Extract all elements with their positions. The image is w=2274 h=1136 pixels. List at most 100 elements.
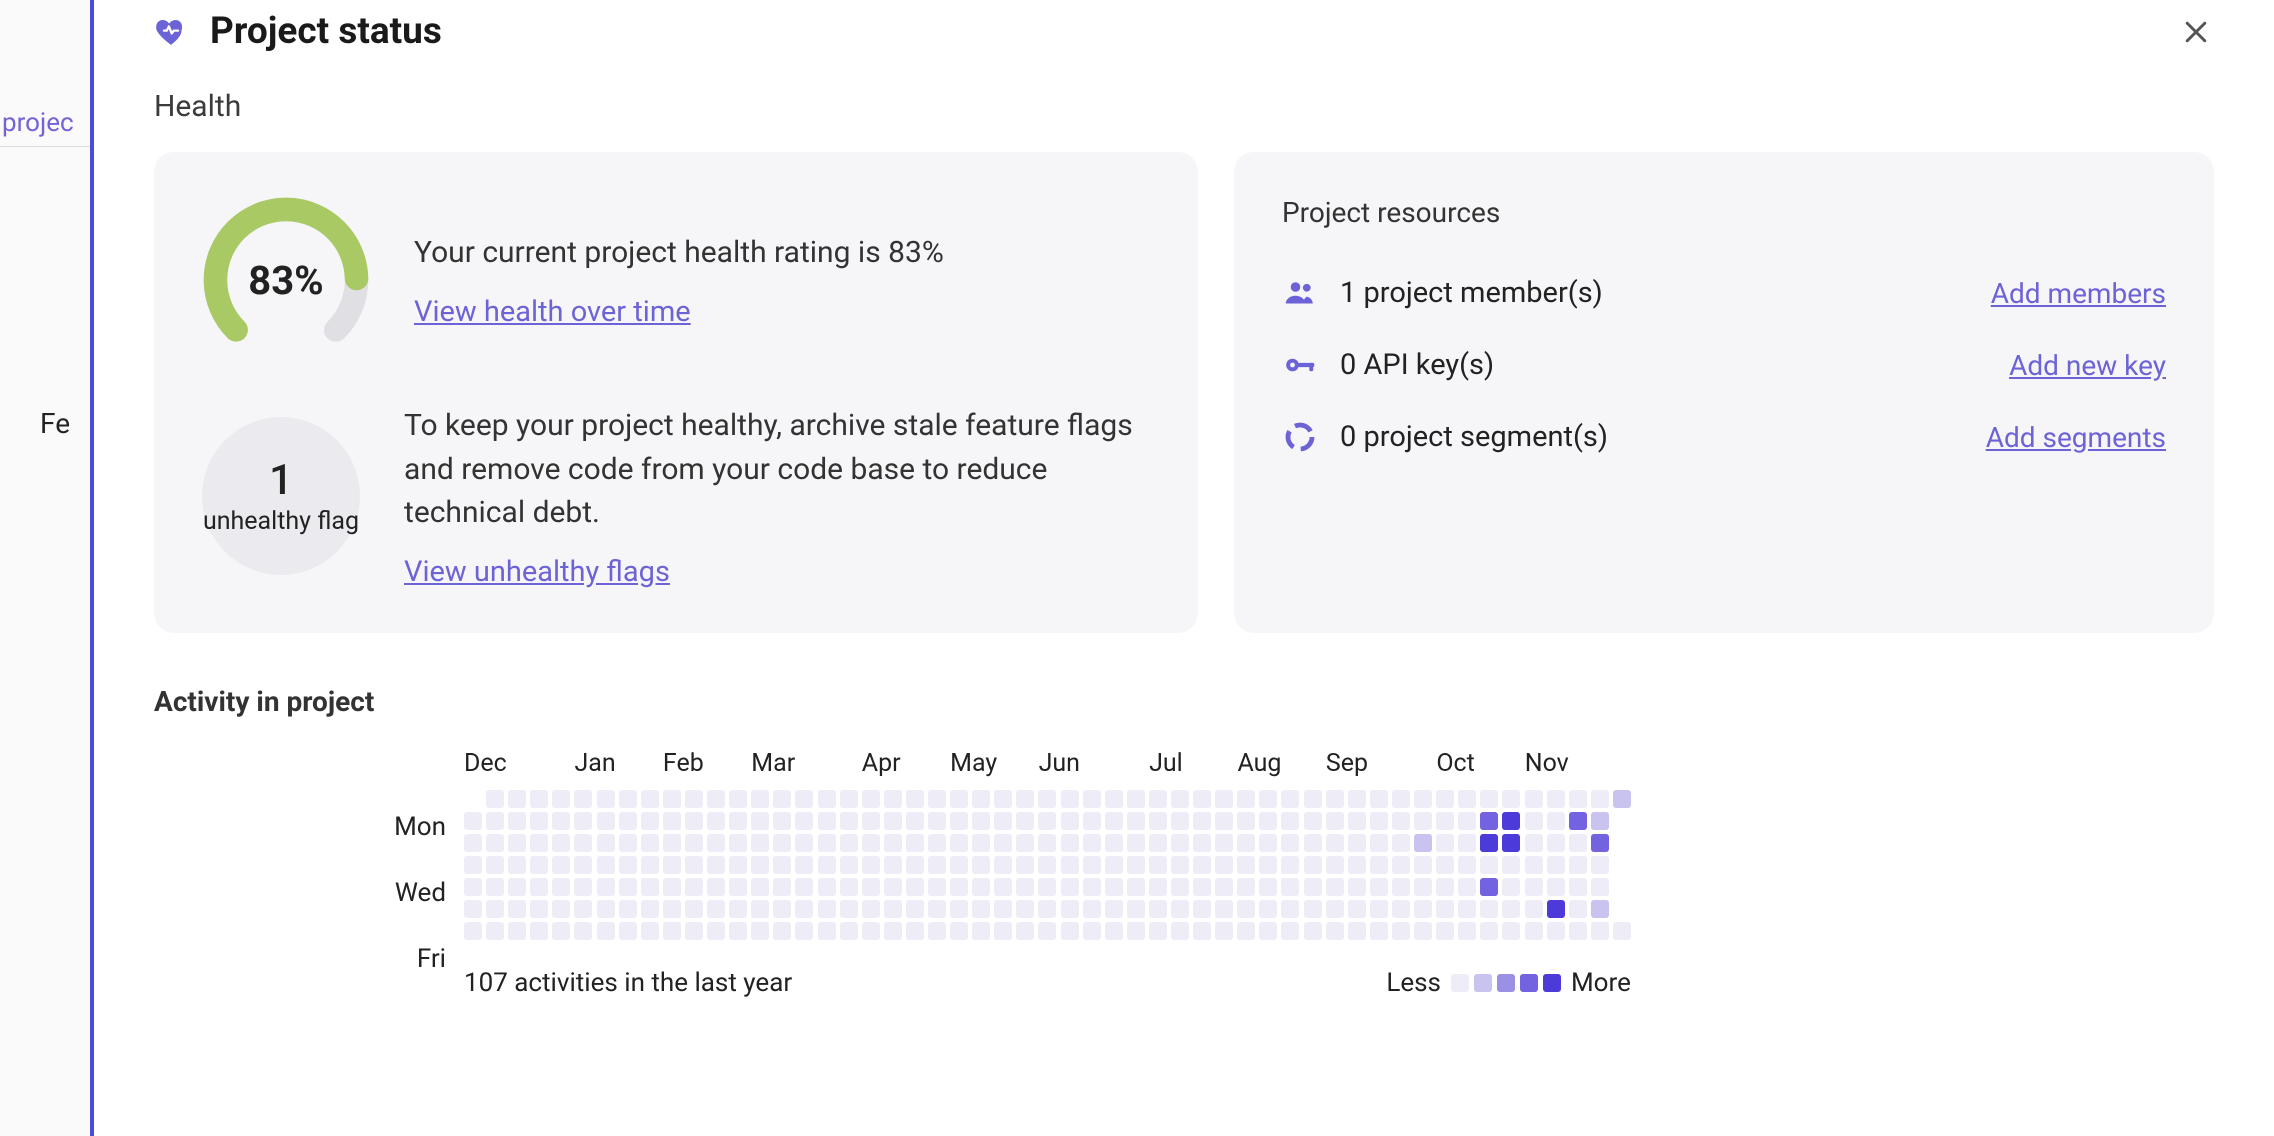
members-icon <box>1282 273 1322 313</box>
day-cell <box>1458 856 1476 874</box>
day-cell <box>1237 922 1255 940</box>
day-cell <box>773 834 791 852</box>
day-cell <box>1215 834 1233 852</box>
day-cell <box>1105 834 1123 852</box>
day-cell <box>1083 812 1101 830</box>
day-cell <box>906 790 924 808</box>
day-cell <box>1149 922 1167 940</box>
day-cell <box>1171 856 1189 874</box>
day-cell <box>641 790 659 808</box>
week-column <box>1259 790 1277 941</box>
day-cell <box>1281 878 1299 896</box>
view-health-over-time-link[interactable]: View health over time <box>414 295 944 329</box>
day-cell <box>1281 900 1299 918</box>
day-cell <box>1348 900 1366 918</box>
close-button[interactable] <box>2178 14 2214 50</box>
view-unhealthy-flags-link[interactable]: View unhealthy flags <box>404 555 1150 589</box>
activity-day-labels: Mon Wed Fri <box>378 742 446 993</box>
day-cell <box>619 922 637 940</box>
day-cell <box>1547 812 1565 830</box>
day-cell <box>486 790 504 808</box>
day-cell <box>1480 922 1498 940</box>
day-cell <box>906 812 924 830</box>
week-column <box>1414 790 1432 941</box>
day-cell <box>1502 812 1520 830</box>
day-cell <box>1436 834 1454 852</box>
day-cell <box>619 856 637 874</box>
week-column <box>1525 790 1543 941</box>
resource-row-segments: 0 project segment(s) Add segments <box>1282 401 2166 473</box>
day-cell <box>1215 900 1233 918</box>
day-cell <box>906 900 924 918</box>
day-cell <box>994 900 1012 918</box>
day-cell <box>1414 856 1432 874</box>
day-cell <box>464 856 482 874</box>
day-cell <box>1237 812 1255 830</box>
week-column <box>1569 790 1587 941</box>
day-cell <box>685 878 703 896</box>
day-cell <box>1502 856 1520 874</box>
day-cell <box>685 922 703 940</box>
day-cell <box>1259 834 1277 852</box>
day-cell <box>1392 856 1410 874</box>
day-cell <box>464 790 482 808</box>
day-cell <box>1613 856 1631 874</box>
day-cell <box>1525 856 1543 874</box>
day-cell <box>1480 878 1498 896</box>
week-column <box>1061 790 1079 941</box>
day-cell <box>862 900 880 918</box>
day-cell <box>1061 878 1079 896</box>
day-cell <box>1237 900 1255 918</box>
day-cell <box>818 812 836 830</box>
background-left-stub: projec Fe <box>0 0 90 1136</box>
month-label: Jan <box>575 749 663 778</box>
week-column <box>928 790 946 941</box>
day-cell <box>1480 790 1498 808</box>
day-cell <box>862 922 880 940</box>
week-column <box>906 790 924 941</box>
day-cell <box>552 900 570 918</box>
week-column <box>1215 790 1233 941</box>
day-cell <box>1304 856 1322 874</box>
week-column <box>1502 790 1520 941</box>
day-cell <box>508 878 526 896</box>
day-cell <box>884 834 902 852</box>
day-cell <box>1259 900 1277 918</box>
day-cell <box>1326 856 1344 874</box>
day-cell <box>1547 900 1565 918</box>
day-cell <box>1061 922 1079 940</box>
day-cell <box>1436 878 1454 896</box>
resource-row-members: 1 project member(s) Add members <box>1282 257 2166 329</box>
unhealthy-count: 1 <box>269 456 293 505</box>
day-cell <box>1613 812 1631 830</box>
day-cell <box>1105 790 1123 808</box>
day-cell <box>641 922 659 940</box>
month-label: Aug <box>1237 749 1325 778</box>
day-cell <box>663 812 681 830</box>
add-segments-link[interactable]: Add segments <box>1986 421 2166 454</box>
week-column <box>1613 790 1631 941</box>
add-members-link[interactable]: Add members <box>1991 277 2166 310</box>
day-cell <box>685 790 703 808</box>
day-cell <box>1525 790 1543 808</box>
day-cell <box>994 922 1012 940</box>
day-cell <box>1414 900 1432 918</box>
day-cell <box>663 856 681 874</box>
day-cell <box>574 790 592 808</box>
day-cell <box>751 922 769 940</box>
week-column <box>1127 790 1145 941</box>
day-cell <box>906 834 924 852</box>
week-column <box>508 790 526 941</box>
day-cell <box>1038 856 1056 874</box>
health-section-title: Health <box>154 89 2214 124</box>
add-new-key-link[interactable]: Add new key <box>2009 349 2166 382</box>
day-cell <box>1304 922 1322 940</box>
day-cell <box>1458 878 1476 896</box>
day-cell <box>641 900 659 918</box>
day-cell <box>972 856 990 874</box>
activity-grid <box>464 790 1631 941</box>
week-column <box>884 790 902 941</box>
project-status-panel: Project status Health 83% Your current p… <box>90 0 2274 1136</box>
day-cell <box>486 856 504 874</box>
day-cell <box>994 878 1012 896</box>
